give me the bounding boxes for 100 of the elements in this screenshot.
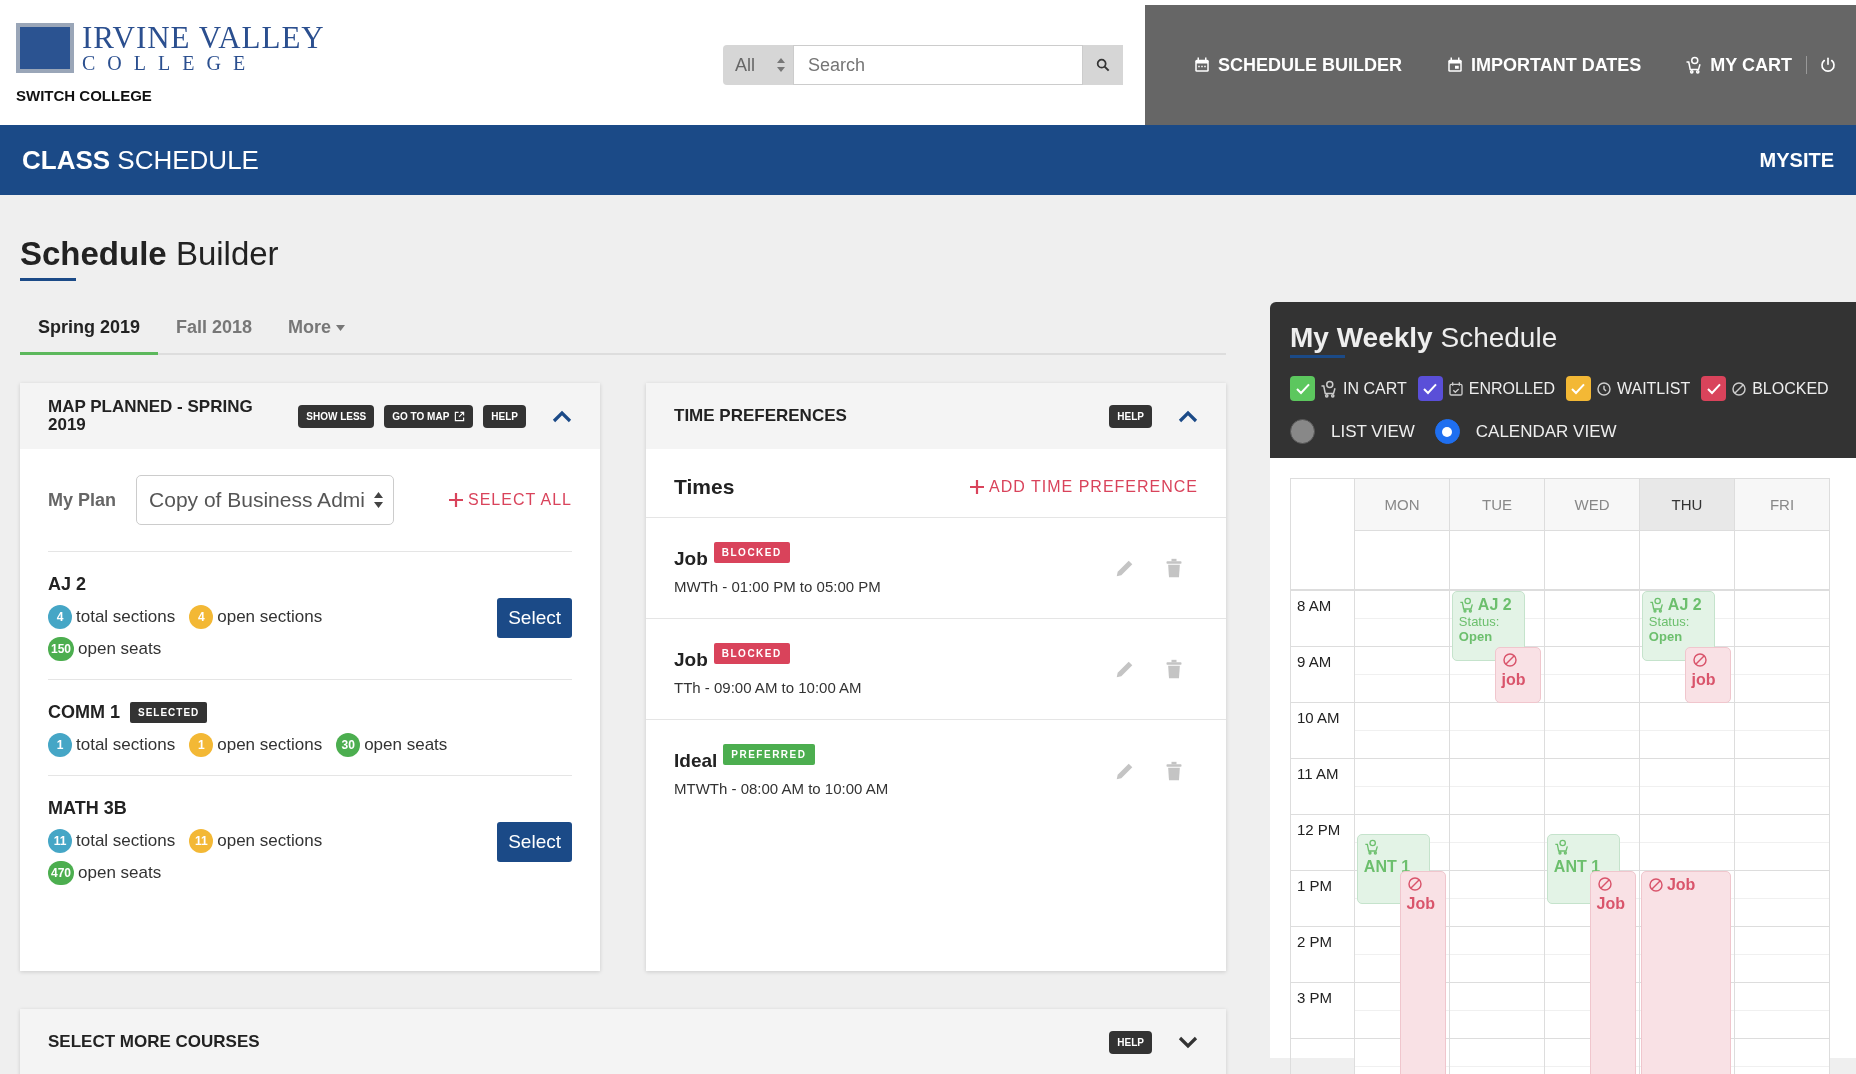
cart-icon (1685, 56, 1704, 74)
day-header[interactable]: FRI (1734, 479, 1829, 530)
plan-select[interactable]: Copy of Business Admi (136, 475, 395, 525)
hour-label: 10 AM (1296, 708, 1341, 728)
search-icon (1095, 57, 1111, 73)
legend-label: IN CART (1343, 379, 1407, 398)
header-button[interactable]: GO TO MAP (384, 404, 474, 428)
preference-schedule: TTh - 09:00 AM to 10:00 AM (674, 678, 863, 696)
day-header[interactable]: MON (1354, 479, 1449, 530)
card-title: MAP PLANNED - SPRING 2019 (48, 398, 254, 434)
sort-arrows-icon (777, 58, 785, 72)
help-button[interactable]: HELP (1109, 1030, 1152, 1054)
view-radio[interactable]: CALENDAR VIEW (1434, 419, 1617, 444)
search-field[interactable]: Search (793, 45, 1083, 85)
external-link-icon (454, 410, 466, 422)
stat-label: total sections (76, 607, 176, 627)
stat-label: total sections (76, 735, 176, 755)
search-button[interactable] (1083, 45, 1123, 85)
hour-label: 2 PM (1296, 932, 1333, 952)
page-banner-title: CLASS SCHEDULE (22, 144, 259, 176)
blocked-event[interactable]: job (1684, 647, 1732, 703)
nav-link[interactable]: MY CART (1685, 54, 1792, 76)
mysite-link[interactable]: MYSITE (1759, 148, 1834, 172)
select-button[interactable]: Select (497, 821, 572, 862)
day-header[interactable]: TUE (1449, 479, 1544, 530)
preference-tag: BLOCKED (713, 642, 790, 664)
logo-subtitle: COLLEGE (82, 53, 259, 73)
hour-label: 8 AM (1296, 596, 1333, 616)
cart-icon (1553, 838, 1570, 855)
term-tab[interactable]: Fall 2018 (158, 303, 271, 355)
legend-checkbox[interactable] (1417, 376, 1443, 401)
count-badge: 470 (48, 861, 75, 885)
trash-icon (1164, 759, 1184, 782)
cart-icon (1363, 838, 1380, 855)
legend-label: BLOCKED (1752, 379, 1829, 398)
preference-tag: PREFERRED (723, 744, 815, 765)
card-title: SELECT MORE COURSES (48, 1033, 261, 1051)
count-badge: 1 (48, 733, 72, 757)
select-button[interactable]: Select (497, 597, 572, 638)
logo-title: IRVINE VALLEY (82, 22, 325, 53)
count-badge: 4 (189, 605, 214, 629)
power-button[interactable] (1806, 56, 1837, 74)
term-tab[interactable]: Spring 2019 (20, 303, 159, 355)
count-badge: 150 (48, 637, 75, 661)
stat-label: open sections (217, 831, 323, 851)
hour-label: 9 AM (1296, 652, 1333, 672)
legend-checkbox[interactable] (1701, 376, 1727, 401)
add-time-preference-link[interactable]: ADD TIME PREFERENCE (969, 478, 1198, 496)
caret-icon (336, 324, 346, 331)
stat-label: open seats (364, 735, 448, 755)
count-badge: 11 (48, 829, 72, 853)
clock-icon (1595, 380, 1612, 397)
switch-college-link[interactable]: SWITCH COLLEGE (16, 87, 325, 104)
nav-link[interactable]: SCHEDULE BUILDER (1193, 54, 1402, 76)
preference-name: Job (674, 547, 708, 570)
blocked-icon (1647, 877, 1664, 893)
hour-label: 11 AM (1296, 764, 1340, 784)
view-radio[interactable]: LIST VIEW (1290, 419, 1415, 444)
trash-icon (1164, 557, 1184, 579)
preference-tag: BLOCKED (713, 541, 790, 563)
calendar-icon (1193, 56, 1211, 74)
stat-label: open sections (217, 735, 323, 755)
nav-link[interactable]: IMPORTANT DATES (1446, 54, 1642, 76)
blocked-icon (1596, 876, 1613, 892)
blocked-icon (1731, 380, 1748, 397)
cart-icon (1458, 597, 1475, 613)
section-title: Times (674, 475, 735, 499)
legend-checkbox[interactable] (1565, 376, 1591, 401)
blocked-icon (1406, 876, 1423, 892)
term-tab[interactable]: More (270, 303, 364, 355)
blocked-event[interactable]: Job (1399, 871, 1447, 1074)
chevron-up-icon (1178, 409, 1198, 423)
stat-label: open seats (78, 863, 162, 883)
help-button[interactable]: HELP (1109, 404, 1152, 428)
legend-checkbox[interactable] (1290, 376, 1315, 401)
header-button[interactable]: SHOW LESS (298, 404, 375, 428)
blocked-event[interactable]: job (1494, 647, 1542, 703)
stat-label: open sections (217, 607, 323, 627)
hour-label: 12 PM (1296, 820, 1342, 840)
status-tag: SELECTED (130, 702, 208, 723)
blocked-icon (1691, 652, 1708, 668)
count-badge: 1 (189, 733, 214, 757)
course-name: AJ 2 (48, 574, 87, 595)
day-header[interactable]: WED (1544, 479, 1639, 530)
blocked-icon (1501, 652, 1518, 668)
hour-label: 1 PM (1296, 876, 1333, 896)
blocked-event[interactable]: Job (1640, 871, 1732, 1074)
cart-icon (1648, 597, 1665, 613)
blocked-event[interactable]: Job (1589, 871, 1637, 1074)
hour-label: 3 PM (1296, 988, 1333, 1008)
day-header[interactable]: THU (1639, 479, 1734, 530)
preference-schedule: MWTh - 01:00 PM to 05:00 PM (674, 577, 882, 595)
page-title: Schedule Builder (20, 235, 279, 272)
plus-icon (969, 479, 986, 495)
select-all-link[interactable]: SELECT ALL (448, 491, 572, 509)
course-name: COMM 1 (48, 702, 120, 723)
sort-arrows-icon (374, 492, 384, 508)
header-button[interactable]: HELP (483, 404, 526, 428)
power-icon (1819, 56, 1837, 74)
scope-select[interactable]: All (723, 45, 793, 85)
